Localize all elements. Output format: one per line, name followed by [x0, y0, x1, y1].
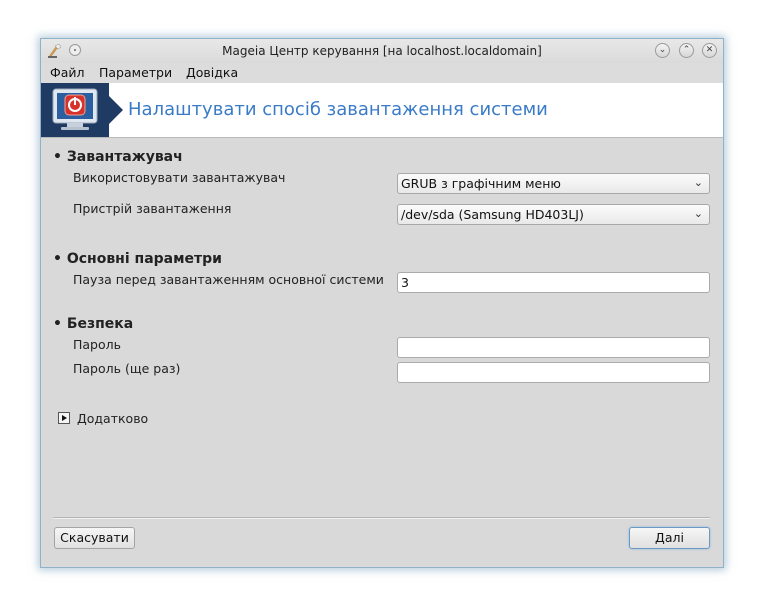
menu-file[interactable]: Файл	[50, 65, 85, 80]
menu-bar: Файл Параметри Довідка	[41, 63, 723, 83]
boot-device-select-value: /dev/sda (Samsung HD403LJ)	[401, 207, 584, 222]
banner-icon-area	[41, 83, 109, 137]
advanced-label: Додатково	[77, 411, 149, 426]
boot-device-select[interactable]: /dev/sda (Samsung HD403LJ) ⌄	[397, 204, 710, 225]
boot-delay-value: 3	[401, 275, 409, 290]
section-security-heading: • Безпека	[53, 316, 134, 332]
title-bar: Mageia Центр керування [на localhost.loc…	[41, 39, 723, 63]
maximize-icon[interactable]: ⌃	[679, 43, 694, 58]
separator	[53, 517, 710, 519]
section-bootloader-heading: • Завантажувач	[53, 149, 183, 165]
boot-device-label: Пристрій завантаження	[73, 201, 232, 216]
expander-arrow-icon	[58, 412, 70, 424]
menu-help[interactable]: Довідка	[186, 65, 238, 80]
chevron-down-icon: ⌄	[693, 176, 703, 189]
section-main-heading: • Основні параметри	[53, 251, 222, 267]
password-again-label: Пароль (ще раз)	[73, 361, 181, 376]
page-title: Налаштувати спосіб завантаження системи	[128, 99, 548, 120]
boot-delay-input[interactable]: 3	[397, 272, 710, 293]
password-again-input[interactable]	[397, 362, 710, 383]
password-label: Пароль	[73, 337, 121, 352]
window-title: Mageia Центр керування [на localhost.loc…	[222, 44, 542, 58]
bootloader-select-value: GRUB з графічним меню	[401, 176, 561, 191]
control-center-window: Mageia Центр керування [на localhost.loc…	[40, 38, 724, 568]
bootloader-select[interactable]: GRUB з графічним меню ⌄	[397, 173, 710, 194]
boot-delay-label: Пауза перед завантаженням основної систе…	[73, 272, 384, 287]
banner-arrow	[109, 96, 123, 124]
chevron-down-icon: ⌄	[693, 207, 703, 220]
menu-settings[interactable]: Параметри	[99, 65, 172, 80]
password-input[interactable]	[397, 337, 710, 358]
use-bootloader-label: Використовувати завантажувач	[73, 170, 286, 185]
close-icon[interactable]: ✕	[702, 43, 717, 58]
header-banner: Налаштувати спосіб завантаження системи	[41, 83, 723, 138]
next-button[interactable]: Далі	[629, 527, 710, 549]
minimize-icon[interactable]: ⌄	[655, 43, 670, 58]
power-monitor-icon	[52, 88, 98, 130]
cancel-button[interactable]: Скасувати	[54, 527, 135, 549]
